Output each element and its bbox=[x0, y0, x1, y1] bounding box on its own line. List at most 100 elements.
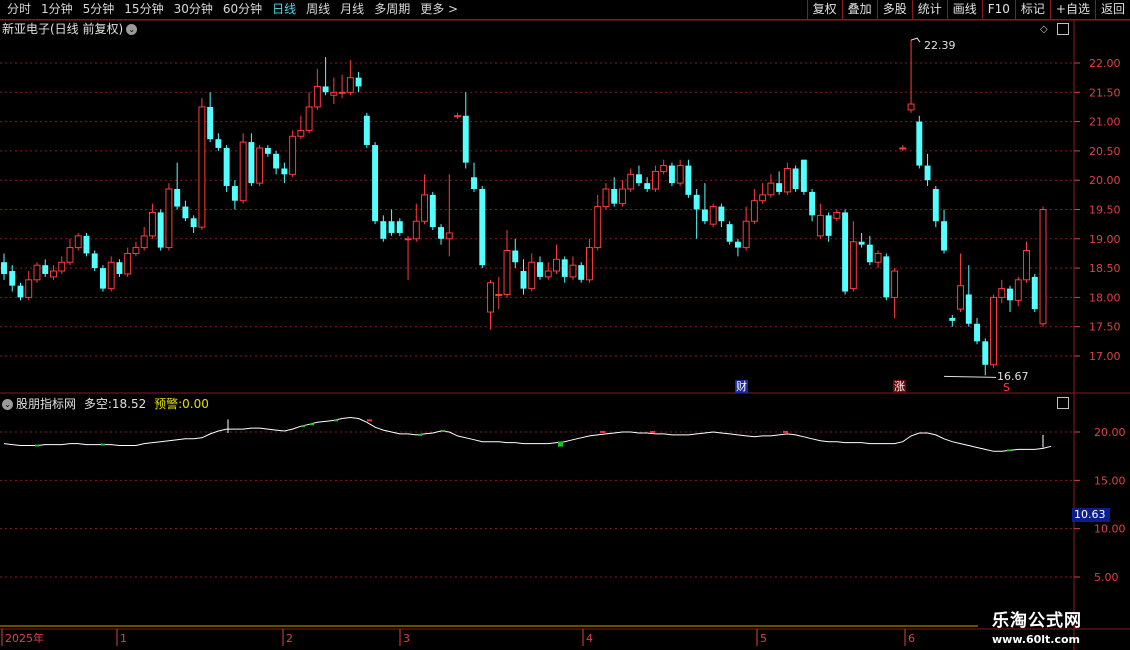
candle-body bbox=[907, 103, 915, 111]
y-tick-label: 20.00 bbox=[1089, 174, 1121, 187]
candle-body bbox=[25, 279, 33, 298]
y-tick-label: 15.00 bbox=[1094, 474, 1126, 487]
period-tab[interactable]: 更多 > bbox=[415, 1, 463, 18]
signal-mark bbox=[367, 419, 372, 422]
window-box-icon[interactable] bbox=[1057, 23, 1069, 35]
candle-body bbox=[91, 253, 98, 269]
toolbar-button[interactable]: 复权 bbox=[806, 0, 842, 19]
candle-body bbox=[124, 252, 132, 275]
candle-body bbox=[883, 256, 890, 298]
top-toolbar: 分时 1分钟 5分钟 15分钟 30分钟 60分钟 日线 周线 月线 多周期 更多 > 复权 叠加 多股… bbox=[0, 0, 1130, 20]
kline-chart[interactable]: 22.00 21.50 21.00 20.50 20.00 19.50 19.00 18.50… bbox=[0, 0, 1130, 650]
toolbar-button[interactable]: +自选 bbox=[1049, 0, 1095, 19]
candle-body bbox=[602, 188, 610, 208]
duokong-line bbox=[3, 416, 1052, 452]
high-leader bbox=[910, 37, 921, 43]
signal-mark bbox=[650, 430, 655, 433]
y-tick-label: 21.00 bbox=[1089, 116, 1121, 129]
candle-body bbox=[585, 247, 593, 281]
candle-body bbox=[454, 115, 462, 118]
candle-body bbox=[932, 188, 939, 222]
y-tick-label: 18.50 bbox=[1089, 262, 1121, 275]
candle-body bbox=[627, 173, 635, 190]
period-tab[interactable]: 60分钟 bbox=[218, 1, 267, 18]
y-tick-label: 19.50 bbox=[1089, 204, 1121, 217]
candle-body bbox=[396, 221, 403, 233]
toolbar-button[interactable]: F10 bbox=[981, 0, 1015, 19]
toolbar-button[interactable]: 标记 bbox=[1014, 0, 1050, 19]
candle-body bbox=[17, 285, 24, 298]
candle-body bbox=[759, 194, 767, 202]
y-tick-label: 17.50 bbox=[1089, 321, 1121, 334]
candle-body bbox=[273, 153, 280, 169]
candle-body bbox=[305, 106, 313, 131]
candle-body bbox=[322, 86, 329, 93]
toolbar-button[interactable]: 返回 bbox=[1094, 0, 1130, 19]
candle-body bbox=[503, 250, 511, 295]
period-tab[interactable]: 5分钟 bbox=[78, 1, 120, 18]
toolbar-button[interactable]: 统计 bbox=[911, 0, 947, 19]
candle-body bbox=[676, 165, 684, 184]
candle-body bbox=[701, 209, 708, 222]
toolbar-button[interactable]: 多股 bbox=[876, 0, 912, 19]
period-tab[interactable]: 30分钟 bbox=[169, 1, 218, 18]
candle-body bbox=[998, 288, 1006, 298]
candle-body bbox=[372, 145, 379, 222]
candle-body bbox=[429, 194, 436, 228]
candle-body bbox=[718, 206, 725, 222]
candle-body bbox=[520, 271, 527, 289]
limit-up-marker[interactable]: 涨 bbox=[893, 380, 906, 393]
candle-body bbox=[42, 265, 49, 274]
finance-marker[interactable]: 财 bbox=[735, 380, 748, 393]
candle-body bbox=[50, 270, 57, 278]
candle-body bbox=[941, 221, 948, 251]
candle-body bbox=[578, 265, 585, 280]
candle-body bbox=[635, 174, 642, 184]
candle-body bbox=[165, 188, 173, 249]
candle-body bbox=[899, 147, 907, 150]
candle-body bbox=[842, 212, 849, 292]
period-tab[interactable]: 1分钟 bbox=[36, 1, 78, 18]
time-axis bbox=[0, 629, 1074, 650]
indicator-title[interactable]: ⌄ 股朋指标网 多空:18.52 预警:0.00 bbox=[2, 396, 209, 412]
period-tab[interactable]: 日线 bbox=[267, 1, 301, 18]
toolbar-button[interactable]: 叠加 bbox=[841, 0, 877, 19]
window-box-icon[interactable] bbox=[1057, 397, 1069, 409]
candle-body bbox=[816, 214, 824, 237]
candle-body bbox=[445, 232, 453, 240]
candle-body bbox=[726, 224, 733, 242]
candle-body bbox=[750, 200, 758, 222]
watermark: 乐淘公式网 www.60lt.com bbox=[992, 606, 1116, 646]
candle-body bbox=[734, 241, 741, 248]
candle-body bbox=[528, 261, 536, 290]
candle-body bbox=[231, 186, 238, 201]
diamond-icon[interactable]: ◇ bbox=[1040, 24, 1048, 35]
candle-body bbox=[346, 77, 354, 93]
candle-body bbox=[99, 268, 106, 289]
signal-mark bbox=[418, 433, 422, 436]
candle-body bbox=[833, 211, 841, 219]
period-tab[interactable]: 周线 bbox=[301, 1, 335, 18]
yujing-value: 0.00 bbox=[182, 397, 209, 411]
candle-body bbox=[809, 191, 816, 216]
candle-body bbox=[487, 282, 494, 313]
current-value-badge: 10.63 bbox=[1072, 508, 1110, 522]
y-tick-label: 20.50 bbox=[1089, 145, 1121, 158]
candle-body bbox=[668, 165, 675, 184]
candle-body bbox=[338, 91, 346, 94]
s-marker[interactable]: S bbox=[1002, 381, 1011, 394]
candle-body bbox=[957, 285, 965, 310]
signal-mark bbox=[600, 430, 605, 433]
period-tab[interactable]: 月线 bbox=[335, 1, 369, 18]
dropdown-circle-icon[interactable]: ⌄ bbox=[2, 399, 13, 410]
period-tab[interactable]: 多周期 bbox=[369, 1, 415, 18]
dropdown-circle-icon[interactable]: ⌄ bbox=[126, 24, 138, 35]
candle-body bbox=[561, 259, 568, 277]
main-chart-title[interactable]: 新亚电子(日线 前复权) ⌄ bbox=[2, 21, 138, 37]
toolbar-button[interactable]: 画线 bbox=[946, 0, 982, 19]
candle-body bbox=[594, 206, 602, 249]
period-tab[interactable]: 15分钟 bbox=[119, 1, 168, 18]
period-tab[interactable]: 分时 bbox=[2, 1, 36, 18]
candle-body bbox=[965, 294, 972, 324]
candle-body bbox=[825, 215, 832, 236]
